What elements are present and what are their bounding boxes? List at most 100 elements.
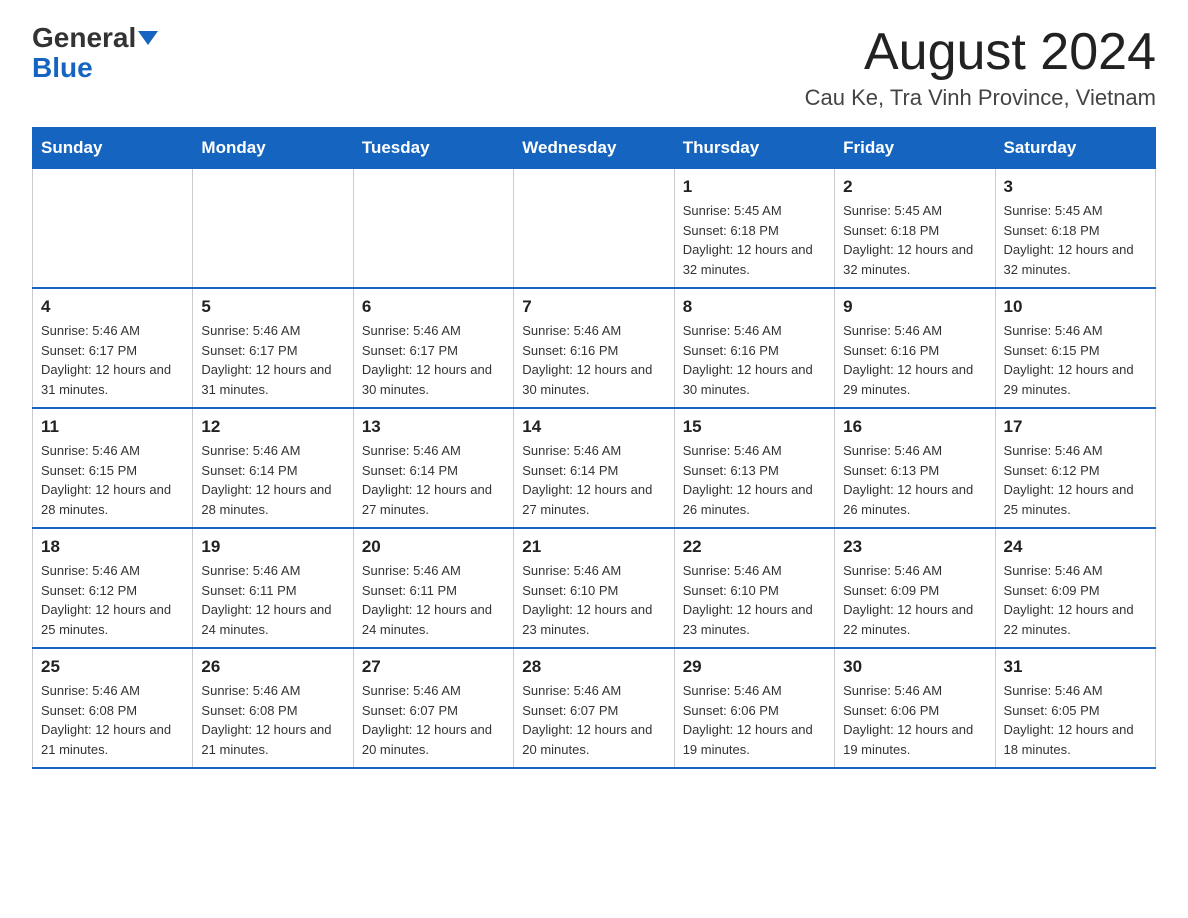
day-info: Sunrise: 5:46 AM Sunset: 6:10 PM Dayligh…	[683, 561, 826, 639]
day-number: 14	[522, 417, 665, 437]
day-number: 22	[683, 537, 826, 557]
logo-general: General	[32, 24, 136, 52]
week-row-3: 11 Sunrise: 5:46 AM Sunset: 6:15 PM Dayli…	[33, 408, 1156, 528]
day-number: 18	[41, 537, 184, 557]
calendar-table: SundayMondayTuesdayWednesdayThursdayFrid…	[32, 127, 1156, 769]
day-number: 21	[522, 537, 665, 557]
day-number: 13	[362, 417, 505, 437]
day-info: Sunrise: 5:46 AM Sunset: 6:17 PM Dayligh…	[201, 321, 344, 399]
day-info: Sunrise: 5:46 AM Sunset: 6:12 PM Dayligh…	[1004, 441, 1147, 519]
title-section: August 2024 Cau Ke, Tra Vinh Province, V…	[805, 24, 1156, 111]
day-info: Sunrise: 5:46 AM Sunset: 6:07 PM Dayligh…	[522, 681, 665, 759]
day-number: 7	[522, 297, 665, 317]
day-info: Sunrise: 5:46 AM Sunset: 6:12 PM Dayligh…	[41, 561, 184, 639]
calendar-body: 1 Sunrise: 5:45 AM Sunset: 6:18 PM Daylig…	[33, 169, 1156, 769]
day-number: 12	[201, 417, 344, 437]
calendar-cell: 22 Sunrise: 5:46 AM Sunset: 6:10 PM Dayli…	[674, 528, 834, 648]
day-of-week-sunday: Sunday	[33, 128, 193, 169]
calendar-cell: 13Sunrise: 5:46 AM Sunset: 6:14 PM Dayli…	[353, 408, 513, 528]
day-info: Sunrise: 5:46 AM Sunset: 6:13 PM Dayligh…	[843, 441, 986, 519]
day-number: 11	[41, 417, 184, 437]
day-number: 4	[41, 297, 184, 317]
day-info: Sunrise: 5:46 AM Sunset: 6:11 PM Dayligh…	[362, 561, 505, 639]
days-of-week-row: SundayMondayTuesdayWednesdayThursdayFrid…	[33, 128, 1156, 169]
calendar-cell: 25 Sunrise: 5:46 AM Sunset: 6:08 PM Dayli…	[33, 648, 193, 768]
week-row-2: 4 Sunrise: 5:46 AM Sunset: 6:17 PM Daylig…	[33, 288, 1156, 408]
calendar-cell: 26 Sunrise: 5:46 AM Sunset: 6:08 PM Dayli…	[193, 648, 353, 768]
calendar-cell: 19 Sunrise: 5:46 AM Sunset: 6:11 PM Dayli…	[193, 528, 353, 648]
day-number: 27	[362, 657, 505, 677]
day-number: 20	[362, 537, 505, 557]
calendar-cell: 9Sunrise: 5:46 AM Sunset: 6:16 PM Daylig…	[835, 288, 995, 408]
day-info: Sunrise: 5:46 AM Sunset: 6:13 PM Dayligh…	[683, 441, 826, 519]
day-of-week-friday: Friday	[835, 128, 995, 169]
page-header: General Blue August 2024 Cau Ke, Tra Vin…	[32, 24, 1156, 111]
day-number: 8	[683, 297, 826, 317]
calendar-cell: 12 Sunrise: 5:46 AM Sunset: 6:14 PM Dayli…	[193, 408, 353, 528]
calendar-cell: 20 Sunrise: 5:46 AM Sunset: 6:11 PM Dayli…	[353, 528, 513, 648]
day-info: Sunrise: 5:46 AM Sunset: 6:14 PM Dayligh…	[201, 441, 344, 519]
calendar-cell: 5 Sunrise: 5:46 AM Sunset: 6:17 PM Daylig…	[193, 288, 353, 408]
subtitle: Cau Ke, Tra Vinh Province, Vietnam	[805, 85, 1156, 111]
week-row-1: 1 Sunrise: 5:45 AM Sunset: 6:18 PM Daylig…	[33, 169, 1156, 289]
day-info: Sunrise: 5:46 AM Sunset: 6:14 PM Dayligh…	[522, 441, 665, 519]
logo: General Blue	[32, 24, 158, 84]
calendar-cell: 16 Sunrise: 5:46 AM Sunset: 6:13 PM Dayli…	[835, 408, 995, 528]
day-number: 23	[843, 537, 986, 557]
calendar-cell: 3 Sunrise: 5:45 AM Sunset: 6:18 PM Daylig…	[995, 169, 1155, 289]
week-row-4: 18 Sunrise: 5:46 AM Sunset: 6:12 PM Dayli…	[33, 528, 1156, 648]
calendar-cell: 27 Sunrise: 5:46 AM Sunset: 6:07 PM Dayli…	[353, 648, 513, 768]
day-info: Sunrise: 5:46 AM Sunset: 6:09 PM Dayligh…	[1004, 561, 1147, 639]
day-number: 26	[201, 657, 344, 677]
calendar-cell: 29Sunrise: 5:46 AM Sunset: 6:06 PM Dayli…	[674, 648, 834, 768]
calendar-cell: 23 Sunrise: 5:46 AM Sunset: 6:09 PM Dayli…	[835, 528, 995, 648]
calendar-cell: 14 Sunrise: 5:46 AM Sunset: 6:14 PM Dayli…	[514, 408, 674, 528]
calendar-cell: 10Sunrise: 5:46 AM Sunset: 6:15 PM Dayli…	[995, 288, 1155, 408]
day-info: Sunrise: 5:46 AM Sunset: 6:09 PM Dayligh…	[843, 561, 986, 639]
day-info: Sunrise: 5:45 AM Sunset: 6:18 PM Dayligh…	[843, 201, 986, 279]
day-number: 25	[41, 657, 184, 677]
day-info: Sunrise: 5:46 AM Sunset: 6:15 PM Dayligh…	[41, 441, 184, 519]
calendar-cell: 24Sunrise: 5:46 AM Sunset: 6:09 PM Dayli…	[995, 528, 1155, 648]
week-row-5: 25 Sunrise: 5:46 AM Sunset: 6:08 PM Dayli…	[33, 648, 1156, 768]
day-info: Sunrise: 5:46 AM Sunset: 6:08 PM Dayligh…	[201, 681, 344, 759]
day-of-week-wednesday: Wednesday	[514, 128, 674, 169]
day-info: Sunrise: 5:46 AM Sunset: 6:16 PM Dayligh…	[522, 321, 665, 399]
day-info: Sunrise: 5:46 AM Sunset: 6:07 PM Dayligh…	[362, 681, 505, 759]
day-number: 17	[1004, 417, 1147, 437]
calendar-cell: 30 Sunrise: 5:46 AM Sunset: 6:06 PM Dayli…	[835, 648, 995, 768]
main-title: August 2024	[805, 24, 1156, 81]
day-info: Sunrise: 5:45 AM Sunset: 6:18 PM Dayligh…	[1004, 201, 1147, 279]
day-number: 30	[843, 657, 986, 677]
calendar-header: SundayMondayTuesdayWednesdayThursdayFrid…	[33, 128, 1156, 169]
calendar-cell: 6Sunrise: 5:46 AM Sunset: 6:17 PM Daylig…	[353, 288, 513, 408]
calendar-cell	[193, 169, 353, 289]
calendar-cell: 15 Sunrise: 5:46 AM Sunset: 6:13 PM Dayli…	[674, 408, 834, 528]
day-info: Sunrise: 5:46 AM Sunset: 6:08 PM Dayligh…	[41, 681, 184, 759]
day-info: Sunrise: 5:46 AM Sunset: 6:11 PM Dayligh…	[201, 561, 344, 639]
calendar-cell: 1 Sunrise: 5:45 AM Sunset: 6:18 PM Daylig…	[674, 169, 834, 289]
day-number: 5	[201, 297, 344, 317]
calendar-cell: 11 Sunrise: 5:46 AM Sunset: 6:15 PM Dayli…	[33, 408, 193, 528]
logo-triangle-icon	[138, 31, 158, 45]
day-of-week-thursday: Thursday	[674, 128, 834, 169]
day-number: 15	[683, 417, 826, 437]
calendar-cell: 17 Sunrise: 5:46 AM Sunset: 6:12 PM Dayli…	[995, 408, 1155, 528]
day-info: Sunrise: 5:46 AM Sunset: 6:06 PM Dayligh…	[843, 681, 986, 759]
calendar-cell: 2Sunrise: 5:45 AM Sunset: 6:18 PM Daylig…	[835, 169, 995, 289]
day-of-week-tuesday: Tuesday	[353, 128, 513, 169]
day-number: 31	[1004, 657, 1147, 677]
calendar-cell: 28Sunrise: 5:46 AM Sunset: 6:07 PM Dayli…	[514, 648, 674, 768]
day-number: 9	[843, 297, 986, 317]
day-number: 1	[683, 177, 826, 197]
day-info: Sunrise: 5:46 AM Sunset: 6:06 PM Dayligh…	[683, 681, 826, 759]
day-number: 6	[362, 297, 505, 317]
day-number: 3	[1004, 177, 1147, 197]
day-info: Sunrise: 5:46 AM Sunset: 6:15 PM Dayligh…	[1004, 321, 1147, 399]
day-info: Sunrise: 5:45 AM Sunset: 6:18 PM Dayligh…	[683, 201, 826, 279]
day-number: 19	[201, 537, 344, 557]
calendar-cell: 7 Sunrise: 5:46 AM Sunset: 6:16 PM Daylig…	[514, 288, 674, 408]
day-number: 16	[843, 417, 986, 437]
day-info: Sunrise: 5:46 AM Sunset: 6:10 PM Dayligh…	[522, 561, 665, 639]
day-info: Sunrise: 5:46 AM Sunset: 6:16 PM Dayligh…	[683, 321, 826, 399]
